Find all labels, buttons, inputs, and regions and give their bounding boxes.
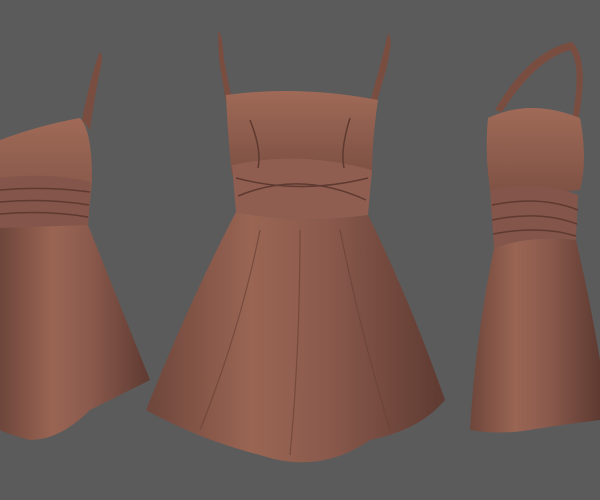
waist-pleats (490, 186, 578, 248)
wrap-band (232, 158, 372, 220)
dress-render-scene (0, 0, 600, 500)
